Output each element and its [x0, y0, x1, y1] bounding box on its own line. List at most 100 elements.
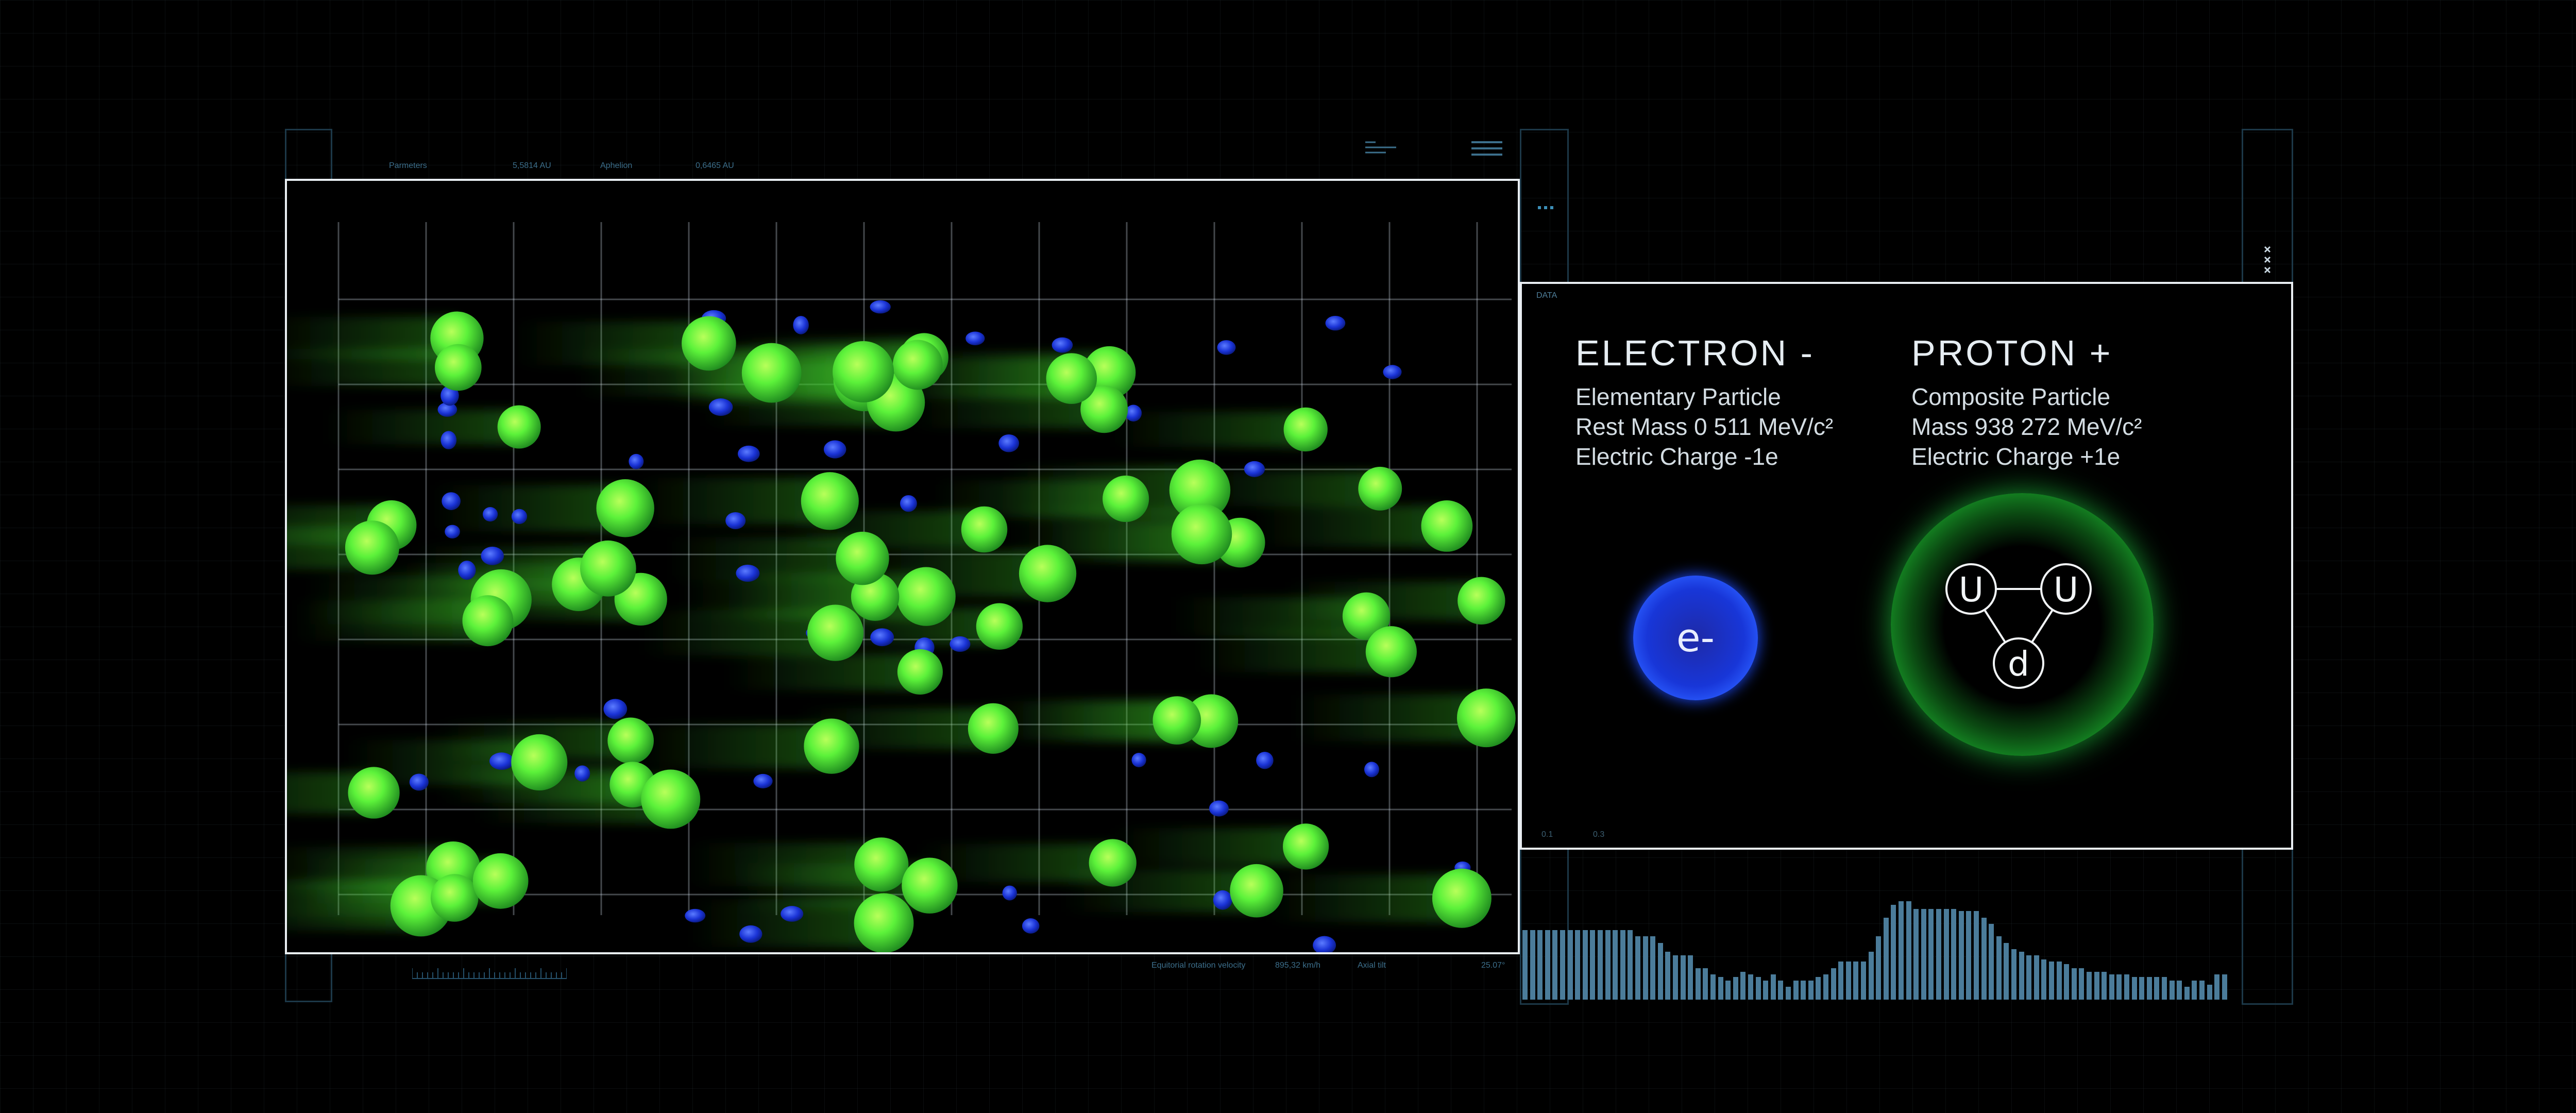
histogram-bar	[2087, 972, 2092, 1000]
menu-icon[interactable]	[1365, 140, 1396, 156]
histogram-bar	[1703, 968, 1708, 1000]
electron-title: ELECTRON -	[1575, 333, 1815, 373]
histogram-bar	[1838, 962, 1844, 1000]
histogram-bar	[2049, 962, 2054, 1000]
histogram-bar	[2026, 955, 2032, 1000]
histogram-bar	[1560, 930, 1565, 1000]
histogram-bar	[1989, 924, 1994, 1000]
readout-value: 895,32 km/h	[1275, 961, 1321, 970]
histogram-bar	[2071, 968, 2077, 1000]
quark-down-label: d	[2008, 644, 2029, 684]
histogram-bar	[1966, 911, 1972, 1000]
histogram-bar	[2079, 968, 2084, 1000]
histogram-bar	[2199, 981, 2205, 1000]
histogram-bar	[1786, 987, 1791, 1000]
readout-value: 25.07°	[1481, 961, 1505, 970]
histogram-bar	[1598, 930, 1603, 1000]
histogram-bar	[1974, 911, 1979, 1000]
tick-label: 0.3	[1593, 830, 1605, 839]
readout-value: 5,5814 AU	[513, 161, 551, 170]
particle-viewport[interactable]	[285, 179, 1520, 954]
histogram-bar	[1748, 974, 1753, 1000]
histogram-bar	[1605, 930, 1611, 1000]
histogram-bar	[1928, 909, 1934, 1000]
histogram-bar	[2192, 981, 2197, 1000]
histogram-bar	[2124, 974, 2129, 1000]
histogram-bar	[1899, 901, 1904, 1000]
histogram-bar	[1665, 952, 1671, 1000]
histogram-bar	[2011, 949, 2016, 1000]
electron-type: Elementary Particle	[1575, 383, 1781, 410]
histogram-bar	[2154, 977, 2160, 1000]
histogram-bar	[2222, 974, 2227, 1000]
histogram-bar	[1845, 962, 1851, 1000]
histogram-bar	[1958, 911, 1964, 1000]
readout-value: 0,6465 AU	[696, 161, 734, 170]
histogram-bar	[1891, 905, 1896, 1000]
histogram-bar	[1642, 936, 1648, 1000]
histogram-bar	[1883, 918, 1889, 1000]
histogram-bar	[1710, 974, 1716, 1000]
proton-title: PROTON +	[1911, 333, 2113, 373]
histogram-bar	[1522, 930, 1528, 1000]
histogram-bar	[1613, 930, 1618, 1000]
histogram-bar	[1545, 930, 1550, 1000]
histogram-bar	[1913, 909, 1919, 1000]
quark-up-label: U	[2054, 570, 2078, 610]
histogram-bar	[2146, 977, 2152, 1000]
readout-label: Equitorial rotation velocity	[1151, 961, 1246, 970]
histogram-bar	[1853, 962, 1859, 1000]
histogram-bar	[2056, 962, 2062, 1000]
histogram-bar	[2064, 964, 2070, 1000]
proton-sphere[interactable]: U U d	[1891, 493, 2154, 756]
histogram-bar	[2139, 977, 2145, 1000]
histogram-bar	[1575, 930, 1581, 1000]
histogram-bar	[2109, 974, 2114, 1000]
histogram-bar	[1530, 930, 1535, 1000]
readout-label: Parmeters	[389, 161, 427, 170]
histogram-bar	[1996, 936, 2002, 1000]
histogram-bar	[1936, 909, 1941, 1000]
histogram-bar	[2116, 974, 2122, 1000]
histogram-bar	[1906, 901, 1911, 1000]
histogram-bar	[2184, 987, 2190, 1000]
histogram-bar	[2004, 943, 2009, 1000]
close-icon[interactable]	[2263, 245, 2273, 276]
histogram-bar	[1657, 943, 1663, 1000]
electron-mass: Rest Mass 0 511 MeV/c²	[1575, 413, 1834, 440]
histogram-bar	[1808, 981, 1814, 1000]
horizontal-scale	[412, 966, 567, 987]
histogram-bar	[1793, 981, 1799, 1000]
histogram-bar	[1725, 981, 1731, 1000]
histogram	[1522, 866, 2239, 1000]
particle-canvas	[287, 222, 1516, 952]
histogram-bar	[1755, 977, 1761, 1000]
histogram-bar	[1688, 955, 1693, 1000]
list-icon[interactable]	[1471, 140, 1502, 158]
histogram-bar	[2162, 977, 2167, 1000]
electron-symbol: e-	[1676, 615, 1715, 661]
histogram-bar	[1921, 909, 1926, 1000]
histogram-bar	[1733, 977, 1738, 1000]
ellipsis-icon[interactable]	[1538, 204, 1553, 209]
histogram-bar	[1868, 952, 1874, 1000]
readout-label: Aphelion	[600, 161, 633, 170]
proton-mass: Mass 938 272 MeV/c²	[1911, 413, 2142, 440]
quark-diagram: U U d	[1945, 563, 2092, 689]
electron-sphere[interactable]: e-	[1633, 576, 1758, 700]
proton-type: Composite Particle	[1911, 383, 2111, 410]
panel-label: DATA	[1536, 291, 1557, 300]
histogram-bar	[1718, 977, 1723, 1000]
histogram-bar	[1673, 955, 1678, 1000]
proton-charge: Electric Charge +1e	[1911, 443, 2121, 470]
histogram-bar	[1763, 981, 1769, 1000]
histogram-bar	[2177, 981, 2182, 1000]
readout-label: Axial tilt	[1358, 961, 1386, 970]
histogram-bar	[1831, 968, 1836, 1000]
histogram-bar	[2207, 985, 2212, 1000]
tick-label: 0.1	[1541, 830, 1553, 839]
histogram-bar	[1680, 955, 1686, 1000]
data-panel: DATA ELECTRON - Elementary Particle Rest…	[1520, 282, 2293, 850]
histogram-bar	[2169, 981, 2175, 1000]
histogram-bar	[1567, 930, 1573, 1000]
